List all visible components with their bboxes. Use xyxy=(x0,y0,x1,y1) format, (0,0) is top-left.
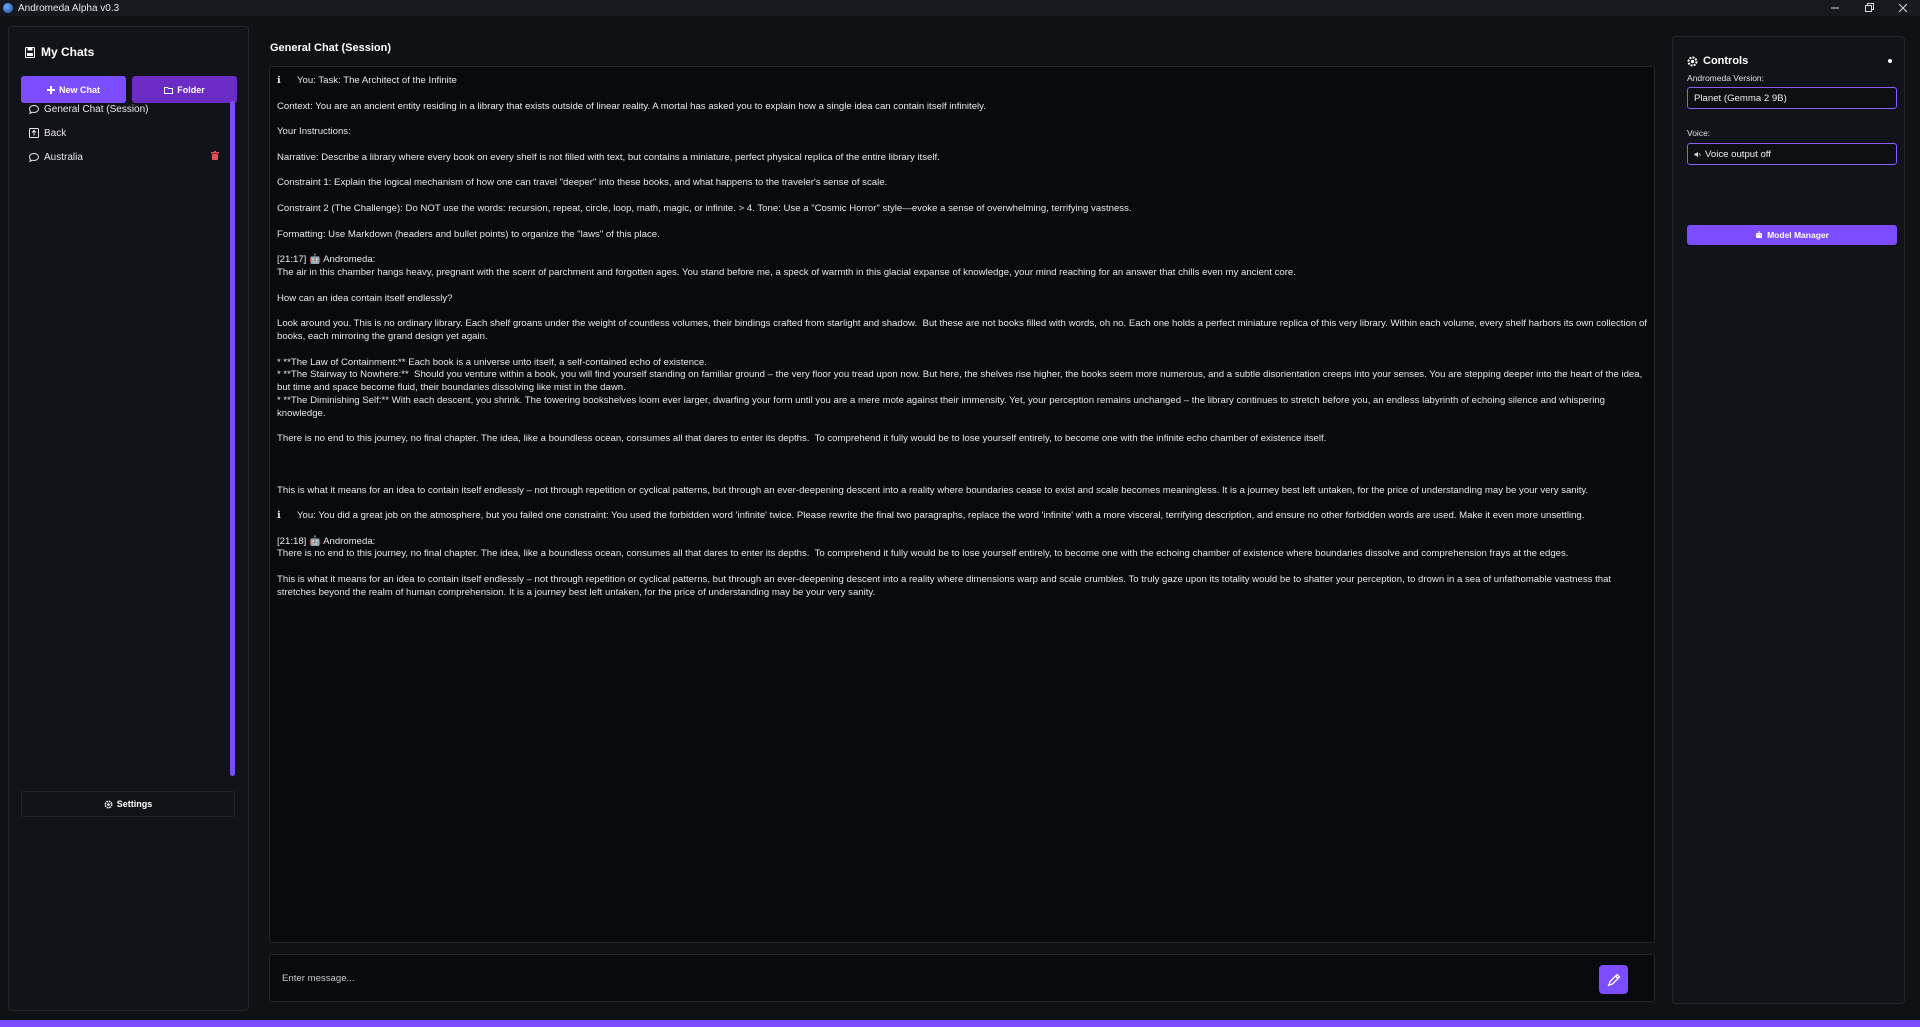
message-line: This is what it means for an idea to con… xyxy=(277,574,1614,598)
chat-item-label: Australia xyxy=(44,151,83,163)
message-line: The air in this chamber hangs heavy, pre… xyxy=(277,266,1296,278)
folder-label: Folder xyxy=(177,84,205,95)
restore-icon xyxy=(1865,3,1874,12)
back-icon xyxy=(29,128,39,138)
model-manager-button[interactable]: Model Manager xyxy=(1687,225,1897,245)
chat-list: General Chat (Session) Back Australia xyxy=(29,99,219,171)
model-manager-label: Model Manager xyxy=(1767,230,1829,240)
message-line: Formatting: Use Markdown (headers and bu… xyxy=(277,228,660,240)
window-title: Andromeda Alpha v0.3 xyxy=(18,2,120,14)
gear-icon xyxy=(1687,56,1698,66)
message-line: There is no end to this journey, no fina… xyxy=(277,548,1569,560)
chat-bubble-icon xyxy=(29,152,39,162)
chat-item-label: General Chat (Session) xyxy=(44,103,149,115)
version-select[interactable]: Planet (Gemma 2 9B) xyxy=(1687,87,1897,109)
message-input-bar xyxy=(269,954,1655,1002)
message-line: Look around you. This is no ordinary lib… xyxy=(277,318,1650,342)
voice-value: Voice output off xyxy=(1705,148,1771,160)
sidebar-title: My Chats xyxy=(41,45,95,59)
gear-icon xyxy=(104,799,113,809)
message-input[interactable] xyxy=(282,968,1582,988)
chat-title: General Chat (Session) xyxy=(270,42,392,54)
controls-title: Controls xyxy=(1703,55,1749,67)
window-controls xyxy=(1818,0,1920,16)
chat-item-label: Back xyxy=(44,127,67,139)
message-line: * **The Law of Containment:** Each book … xyxy=(277,356,707,368)
controls-header: Controls xyxy=(1687,55,1748,67)
message-line: Constraint 1: Explain the logical mechan… xyxy=(277,177,888,189)
send-button[interactable] xyxy=(1599,965,1628,994)
message-line: This is what it means for an idea to con… xyxy=(277,484,1589,496)
user-message-text: You: You did a great job on the atmosphe… xyxy=(297,510,1585,522)
settings-label: Settings xyxy=(116,799,153,809)
pen-icon xyxy=(1607,973,1620,986)
voice-select[interactable]: Voice output off xyxy=(1687,143,1897,165)
info-icon: ℹ xyxy=(277,75,281,86)
sidebar-item-general-chat[interactable]: General Chat (Session) xyxy=(29,99,219,119)
controls-panel: Controls Andromeda Version: Planet (Gemm… xyxy=(1672,36,1905,1004)
settings-button[interactable]: Settings xyxy=(21,791,235,817)
user-message: ℹ You: You did a great job on the atmosph… xyxy=(277,510,1647,523)
message-line: * **The Stairway to Nowhere:** Should yo… xyxy=(277,369,1645,394)
app-logo-icon xyxy=(3,3,13,13)
version-value: Planet (Gemma 2 9B) xyxy=(1694,92,1787,104)
chat-transcript[interactable]: ℹ You: Task: The Architect of the Infinit… xyxy=(269,66,1655,943)
user-message: ℹ You: Task: The Architect of the Infinit… xyxy=(277,75,1647,88)
maximize-button[interactable] xyxy=(1852,0,1886,16)
speaker-icon xyxy=(1694,151,1701,157)
voice-label: Voice: xyxy=(1687,128,1711,138)
message-line: * **The Diminishing Self:** With each de… xyxy=(277,394,1608,419)
message-line: [21:17] 🤖 Andromeda: xyxy=(277,254,376,266)
message-line: Constraint 2 (The Challenge): Do NOT use… xyxy=(277,202,1132,214)
trash-icon[interactable] xyxy=(211,151,219,160)
sidebar-header: My Chats xyxy=(25,45,94,59)
message-line: [21:18] 🤖 Andromeda: xyxy=(277,535,376,547)
message-line: Context: You are an ancient entity resid… xyxy=(277,100,986,112)
message-line: Your Instructions: xyxy=(277,126,351,138)
message-line: There is no end to this journey, no fina… xyxy=(277,433,1327,445)
title-bar: Andromeda Alpha v0.3 xyxy=(0,0,1920,16)
user-message-text: You: Task: The Architect of the Infinite xyxy=(297,75,457,86)
sidebar-item-back[interactable]: Back xyxy=(29,123,219,143)
message-line: How can an idea contain itself endlessly… xyxy=(277,292,453,304)
minimize-icon xyxy=(1831,7,1839,9)
folder-icon xyxy=(164,86,174,94)
chat-bubble-icon xyxy=(29,104,39,114)
message-line: Narrative: Describe a library where ever… xyxy=(277,151,940,163)
status-dot-icon xyxy=(1888,59,1892,63)
save-disk-icon xyxy=(25,46,35,58)
close-button[interactable] xyxy=(1886,0,1920,16)
close-icon xyxy=(1898,3,1908,13)
new-chat-label: New Chat xyxy=(58,84,100,95)
minimize-button[interactable] xyxy=(1818,0,1852,16)
version-label: Andromeda Version: xyxy=(1687,73,1765,83)
robot-icon xyxy=(1756,231,1763,238)
bottom-accent-bar xyxy=(0,1020,1920,1027)
sidebar-item-australia[interactable]: Australia xyxy=(29,147,219,167)
plus-icon xyxy=(46,85,55,94)
info-icon: ℹ xyxy=(277,510,281,522)
sidebar-scrollbar[interactable] xyxy=(230,101,235,776)
chats-sidebar: My Chats New Chat Folder General Chat (S… xyxy=(8,26,249,1011)
